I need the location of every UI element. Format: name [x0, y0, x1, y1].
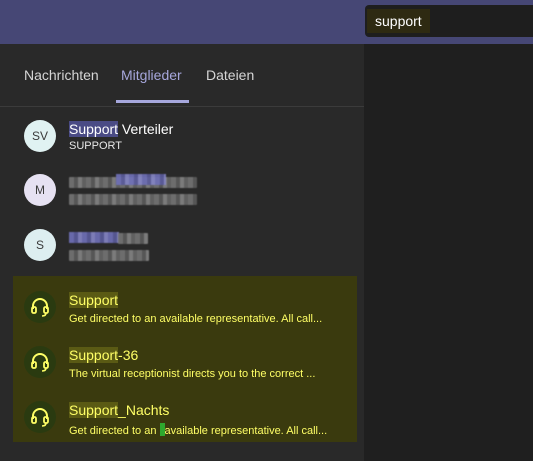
result-name: Support-36 — [69, 347, 139, 363]
result-name: Support — [69, 292, 119, 308]
headset-icon — [24, 291, 56, 323]
redacted-highlight — [116, 174, 166, 185]
content-area — [364, 44, 533, 461]
result-description: Get directed to an available representat… — [69, 423, 328, 437]
result-description: Get directed to an available representat… — [69, 313, 323, 325]
tab-nachrichten[interactable]: Nachrichten — [24, 66, 99, 90]
tab-dateien[interactable]: Dateien — [206, 66, 254, 90]
tab-bar: Nachrichten Mitglieder Dateien — [0, 44, 364, 107]
search-box[interactable]: support — [365, 5, 533, 37]
list-item[interactable]: S — [0, 220, 364, 270]
redacted-subtitle — [69, 194, 197, 205]
avatar: SV — [24, 120, 56, 152]
search-input[interactable]: support — [367, 9, 430, 33]
headset-icon — [24, 401, 56, 433]
active-tab-indicator — [116, 100, 189, 103]
result-name: Support Verteiler — [69, 121, 174, 137]
list-item[interactable]: M — [0, 166, 364, 216]
redacted-subtitle — [69, 250, 149, 261]
result-description: The virtual receptionist directs you to … — [69, 368, 316, 380]
list-item[interactable]: Support_Nachts Get directed to an availa… — [13, 392, 357, 447]
headset-icon — [24, 346, 56, 378]
result-name: Support_Nachts — [69, 402, 170, 418]
list-item[interactable]: SV Support Verteiler SUPPORT — [0, 111, 364, 161]
redacted-name — [118, 233, 148, 244]
avatar: M — [24, 174, 56, 206]
result-subtitle: SUPPORT — [69, 140, 122, 152]
tab-mitglieder[interactable]: Mitglieder — [121, 66, 182, 90]
list-item[interactable]: Support Get directed to an available rep… — [13, 282, 357, 337]
redacted-highlight — [69, 232, 119, 243]
list-item[interactable]: Support-36 The virtual receptionist dire… — [13, 337, 357, 392]
search-results-panel: Nachrichten Mitglieder Dateien SV Suppor… — [0, 44, 364, 461]
avatar: S — [24, 229, 56, 261]
